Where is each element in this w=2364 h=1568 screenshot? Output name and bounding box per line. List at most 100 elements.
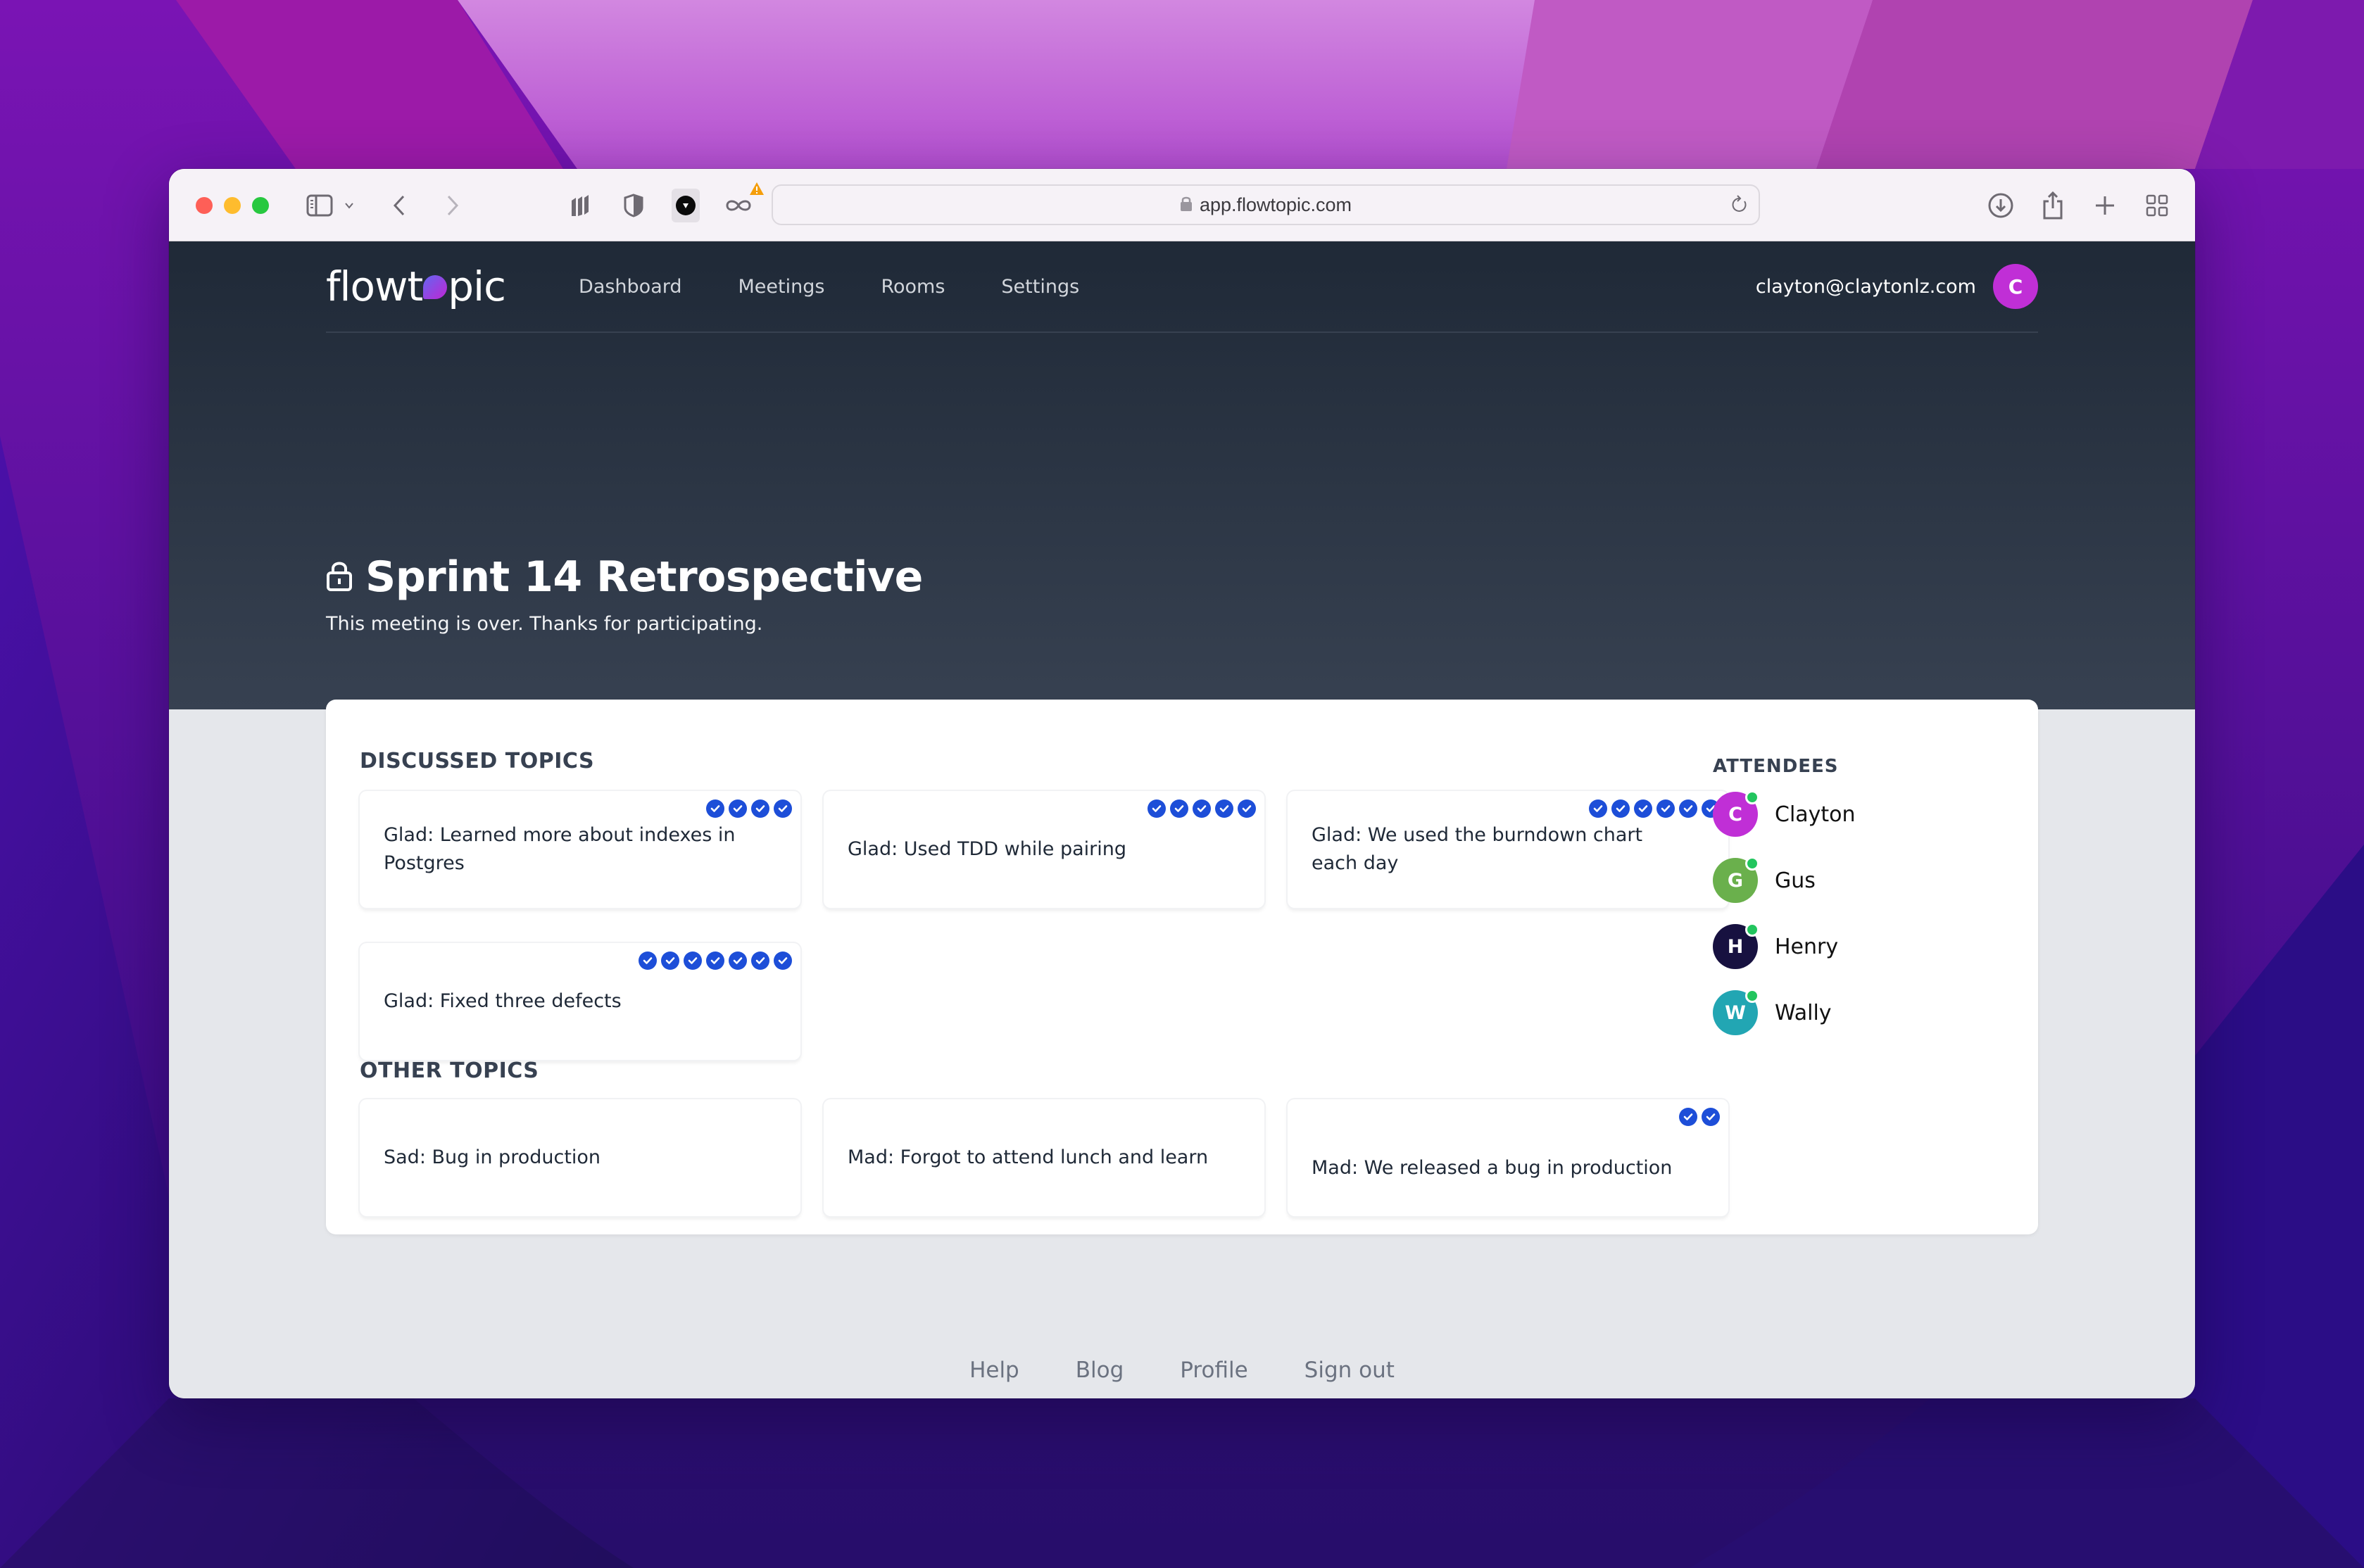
user-email[interactable]: clayton@claytonlz.com [1756,276,1976,298]
vote-check-icon [751,799,769,818]
online-status-dot [1745,923,1759,937]
sidebar-icon[interactable] [304,189,335,222]
attendee-name: Wally [1775,1000,1832,1025]
reload-icon[interactable] [1730,194,1749,218]
vote-check-icon [1148,799,1166,818]
page-title: Sprint 14 Retrospective [365,552,923,602]
logo-text-suffix: pic [448,263,506,310]
topic-text: Sad: Bug in production [384,1146,601,1168]
vote-check-icon [729,799,747,818]
attendee-avatar: W [1713,989,1759,1035]
close-window-button[interactable] [196,197,213,214]
nav-rooms[interactable]: Rooms [881,276,945,298]
nav-settings[interactable]: Settings [1001,276,1079,298]
vote-check-icon [706,951,724,970]
vote-check-icon [706,799,724,818]
nav-dashboard[interactable]: Dashboard [579,276,681,298]
topic-text: Mad: We released a bug in production [1312,1157,1673,1179]
top-nav: flowt pic Dashboard Meetings Rooms Settin… [326,241,2038,333]
browser-window: app.flowtopic.com flowt pic Dashboard Me… [169,169,2195,1398]
vote-check-icon [1170,799,1188,818]
vote-check-icon [751,951,769,970]
topic-text: Glad: We used the burndown chart each da… [1312,824,1643,874]
attendee-item: G Gus [1713,847,1856,913]
share-icon[interactable] [2039,189,2067,222]
footer-profile-link[interactable]: Profile [1180,1358,1247,1383]
topic-card[interactable]: Glad: Fixed three defects [360,943,800,1060]
footer-links: Help Blog Profile Sign out [169,1358,2195,1383]
attendee-item: C Clayton [1713,781,1856,847]
browser-toolbar: app.flowtopic.com [169,169,2195,241]
attendee-initial: H [1727,935,1744,958]
warning-icon [749,182,765,198]
vote-check-icon [661,951,679,970]
vote-check-icon [1634,799,1652,818]
url-text: app.flowtopic.com [1199,194,1352,215]
vote-check-icon [1656,799,1675,818]
attendees-list: ATTENDEES C Clayton G Gus H Henry W Wally [1713,756,1856,1046]
download-icon[interactable] [1985,189,2016,222]
vote-check-icon [684,951,702,970]
vote-indicators [639,951,792,970]
topic-card[interactable]: Glad: Learned more about indexes in Post… [360,791,800,908]
extension-dark-icon[interactable] [672,189,700,222]
attendee-initial: W [1725,1001,1746,1024]
vote-check-icon [1238,799,1256,818]
other-topics-heading: OTHER TOPICS [360,1058,539,1083]
online-status-dot [1745,856,1759,871]
discussed-topics-heading: DISCUSSED TOPICS [360,749,595,773]
topic-card[interactable]: Sad: Bug in production [360,1099,800,1216]
vote-check-icon [1193,799,1211,818]
back-icon[interactable] [389,189,410,222]
vote-check-icon [1702,1108,1720,1126]
vote-check-icon [1679,799,1697,818]
vote-check-icon [1611,799,1630,818]
footer-sign-out-link[interactable]: Sign out [1304,1358,1395,1383]
attendee-avatar: C [1713,790,1759,837]
online-status-dot [1745,790,1759,804]
attendee-item: H Henry [1713,913,1856,980]
topic-text: Glad: Learned more about indexes in Post… [384,824,736,874]
topic-text: Mad: Forgot to attend lunch and learn [848,1146,1209,1168]
address-bar[interactable]: app.flowtopic.com [772,184,1760,225]
page-header: flowt pic Dashboard Meetings Rooms Settin… [169,241,2195,709]
footer-help-link[interactable]: Help [969,1358,1019,1383]
new-tab-icon[interactable] [2091,189,2119,222]
discussed-topics-list: Glad: Learned more about indexes in Post… [360,791,1740,1060]
nav-meetings[interactable]: Meetings [738,276,825,298]
attendee-item: W Wally [1713,980,1856,1046]
tab-overview-icon[interactable] [2143,189,2171,222]
vote-indicators [1148,799,1256,818]
footer-blog-link[interactable]: Blog [1076,1358,1124,1383]
vote-indicators [706,799,792,818]
attendee-avatar: H [1713,923,1759,969]
attendee-name: Henry [1775,934,1839,959]
shield-icon[interactable] [620,189,648,222]
other-topics-list: Sad: Bug in production Mad: Forgot to att… [360,1099,1740,1216]
flowtopic-logo[interactable]: flowt pic [326,263,506,310]
topic-card[interactable]: Glad: Used TDD while pairing [824,791,1264,908]
topic-card[interactable]: Mad: We released a bug in production [1288,1099,1728,1216]
extension-icon[interactable] [567,189,596,222]
vote-check-icon [774,951,792,970]
user-avatar[interactable]: C [1993,264,2038,309]
page-content: flowt pic Dashboard Meetings Rooms Settin… [169,241,2195,1398]
minimize-window-button[interactable] [224,197,241,214]
logo-text-prefix: flowt [326,263,423,310]
nav-links: Dashboard Meetings Rooms Settings [579,276,1136,298]
forward-icon[interactable] [442,189,463,222]
meeting-title-row: Sprint 14 Retrospective [326,552,923,602]
topic-card[interactable]: Glad: We used the burndown chart each da… [1288,791,1728,908]
meeting-status: This meeting is over. Thanks for partici… [326,613,763,635]
topic-card[interactable]: Mad: Forgot to attend lunch and learn [824,1099,1264,1216]
vote-indicators [1679,1108,1720,1126]
attendee-name: Gus [1775,868,1816,893]
attendees-heading: ATTENDEES [1713,756,1839,777]
online-status-dot [1745,989,1759,1003]
user-menu[interactable]: clayton@claytonlz.com C [1756,264,2038,309]
chevron-down-icon[interactable] [342,189,356,222]
zoom-window-button[interactable] [252,197,269,214]
topic-text: Glad: Used TDD while pairing [848,838,1127,860]
lock-icon [1180,195,1193,215]
attendee-avatar: G [1713,856,1759,903]
